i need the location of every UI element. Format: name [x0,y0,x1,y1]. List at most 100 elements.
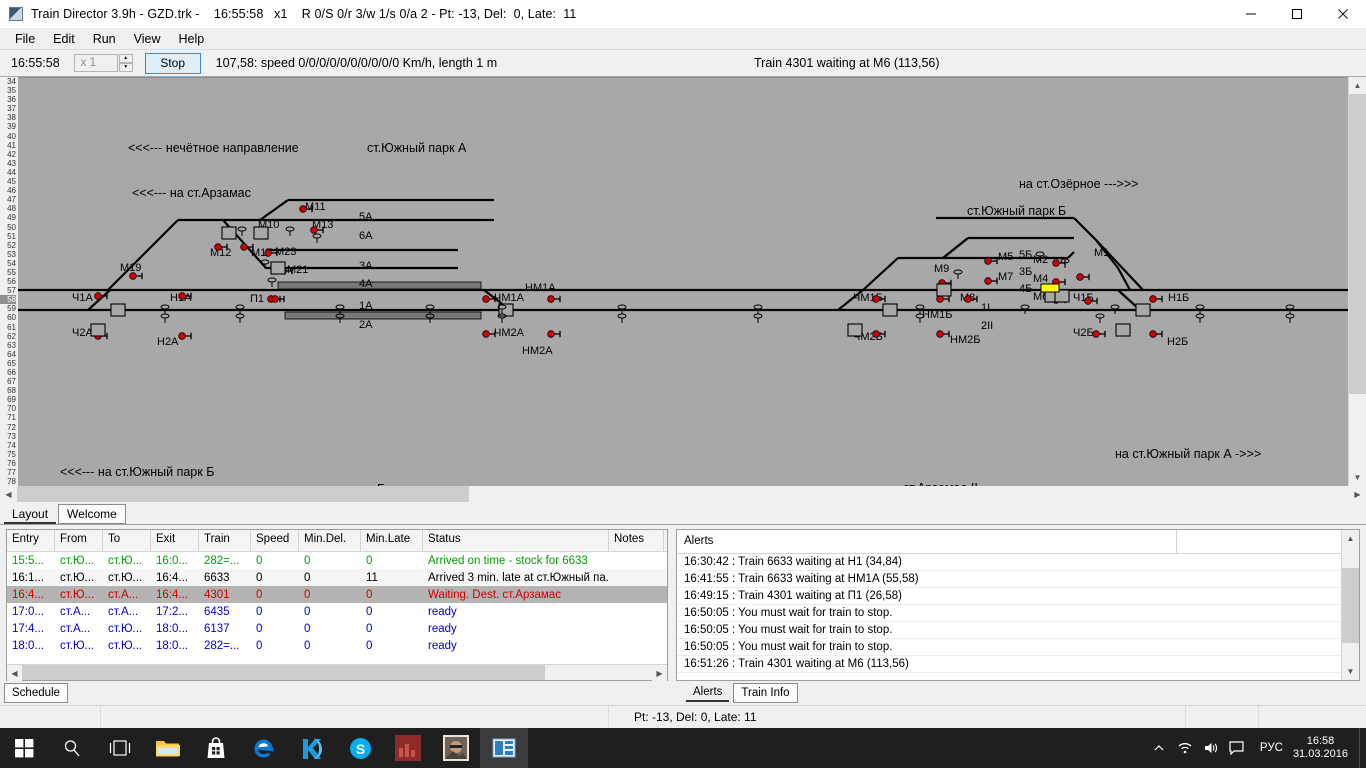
table-row[interactable]: 18:0... ст.Ю... ст.Ю... 18:0... 282=... 0 0 0 re… [7,637,667,654]
signal-lamp-НМ1Б[interactable] [936,295,950,303]
maximize-button[interactable] [1274,0,1320,28]
scroll-up-button[interactable]: ▲ [1349,77,1366,94]
photo-button[interactable] [432,728,480,768]
menu-item-file[interactable]: File [6,30,44,48]
alerts-list[interactable]: Alerts 16:30:42 : Train 6633 waiting at … [676,529,1360,681]
signal-lamp-ЧМ2Б[interactable] [872,330,886,338]
schedule-horizontal-scrollbar[interactable]: ◀ ▶ [7,664,667,682]
minimize-button[interactable] [1228,0,1274,28]
table-row[interactable]: 17:0... ст.А... ст.А... 17:2... 6435 0 0 0 ready [7,603,667,620]
switch-12[interactable] [1115,323,1131,337]
switch-3[interactable] [253,226,269,240]
show-desktop-button[interactable] [1359,728,1366,768]
list-item[interactable]: 16:51:26 : Train 4301 waiting at M6 (113… [677,656,1341,673]
hscroll-thumb[interactable] [17,486,469,502]
search-button[interactable] [48,728,96,768]
speed-stepper-up[interactable]: ▲ [118,54,133,63]
menu-item-view[interactable]: View [125,30,170,48]
close-button[interactable] [1320,0,1366,28]
detector-22[interactable] [1285,313,1295,323]
schedule-col-to[interactable]: To [103,530,151,551]
volume-button[interactable] [1198,728,1224,768]
schedule-col-notes[interactable]: Notes [609,530,664,551]
signal-lamp-НМ1А[interactable] [547,295,561,303]
track-diagram-canvas[interactable]: <<<--- нечётное направление ст.Южный парк… [18,77,1348,486]
stop-button[interactable]: Stop [144,52,201,74]
scroll-left-button[interactable]: ◀ [0,486,17,503]
tab-welcome[interactable]: Welcome [58,504,126,524]
switch-4[interactable] [270,261,286,275]
signal-lamp-М7[interactable] [984,277,998,285]
detector-18[interactable] [753,313,763,323]
list-item[interactable]: 16:50:05 : You must wait for train to st… [677,605,1341,622]
diagram-vertical-scrollbar[interactable]: ▲ ▼ [1348,77,1366,486]
tab-train-info[interactable]: Train Info [733,683,798,703]
alerts-vertical-scrollbar[interactable]: ▲ ▼ [1341,530,1359,680]
tab-schedule[interactable]: Schedule [4,683,68,703]
schedule-col-train[interactable]: Train [199,530,251,551]
switch-0[interactable] [110,303,126,317]
taskbar-clock[interactable]: 16:58 31.03.2016 [1293,735,1359,761]
menu-item-help[interactable]: Help [170,30,214,48]
detector-12[interactable] [160,313,170,323]
alerts-scroll-up[interactable]: ▲ [1342,530,1359,547]
detector-13[interactable] [235,313,245,323]
schedule-grid[interactable]: Entry From To Exit Train Speed Min.Del. Min.Lat… [6,529,668,682]
detector-21[interactable] [1195,313,1205,323]
tab-alerts[interactable]: Alerts [686,684,730,702]
track-diagram[interactable]: <<<--- нечётное направление ст.Южный парк… [18,78,1348,486]
detector-20[interactable] [1095,313,1105,323]
signal-lamp-Ч1Б[interactable] [1084,297,1098,305]
hscroll-track[interactable] [17,486,1349,502]
schedule-col-minlate[interactable]: Min.Late [361,530,423,551]
list-item[interactable]: 16:41:55 : Train 6633 waiting at HM1A (5… [677,571,1341,588]
vscroll-thumb[interactable] [1349,94,1366,394]
schedule-scroll-left[interactable]: ◀ [7,665,22,682]
switch-11[interactable] [1135,303,1151,317]
skype-button[interactable]: S [336,728,384,768]
signal-lamp-Н2А[interactable] [178,332,192,340]
scroll-down-button[interactable]: ▼ [1349,469,1366,486]
schedule-col-speed[interactable]: Speed [251,530,299,551]
task-view-button[interactable] [96,728,144,768]
train-director-button[interactable] [480,728,528,768]
speed-stepper[interactable]: ▲ ▼ [118,54,133,72]
table-row[interactable]: 17:4... ст.А... ст.Ю... 18:0... 6137 0 0 0 ready [7,620,667,637]
schedule-hscroll-track[interactable] [22,665,652,680]
table-row[interactable]: 16:1... ст.Ю... ст.Ю... 16:4... 6633 0 0 11 Arri… [7,569,667,586]
signal-lamp-М1[interactable] [1076,273,1090,281]
signal-lamp-П1b[interactable] [271,295,285,303]
schedule-scroll-right[interactable]: ▶ [652,665,667,682]
switch-1[interactable] [90,323,106,337]
list-item[interactable]: 16:30:42 : Train 6633 waiting at H1 (34,… [677,554,1341,571]
scroll-right-button[interactable]: ▶ [1349,486,1366,503]
start-button[interactable] [0,728,48,768]
show-hidden-icons-button[interactable] [1146,728,1172,768]
switch-8[interactable] [936,283,952,297]
schedule-col-entry[interactable]: Entry [7,530,55,551]
schedule-col-mindel[interactable]: Min.Del. [299,530,361,551]
alerts-scroll-down[interactable]: ▼ [1342,663,1359,680]
tab-layout[interactable]: Layout [4,505,57,524]
schedule-col-status[interactable]: Status [423,530,609,551]
list-item[interactable]: 16:50:05 : You must wait for train to st… [677,639,1341,656]
signal-lamp-НМ2Б[interactable] [936,330,950,338]
speed-multiplier-field[interactable]: x 1 [73,54,118,72]
alerts-vscroll-thumb[interactable] [1342,567,1359,643]
signal-lamp-ЧМ1Б[interactable] [872,295,886,303]
action-center-button[interactable] [1224,728,1250,768]
detector-17[interactable] [617,313,627,323]
store-button[interactable] [192,728,240,768]
detector-24[interactable] [285,226,295,236]
detector-25[interactable] [312,233,322,243]
schedule-body[interactable]: 15:5... ст.Ю... ст.Ю... 16:0... 282=... 0 0 0 Ar… [7,552,667,664]
signal-lamp-Н1Б[interactable] [1149,295,1163,303]
schedule-col-exit[interactable]: Exit [151,530,199,551]
switch-6[interactable] [882,303,898,317]
menu-item-run[interactable]: Run [84,30,125,48]
table-row[interactable]: 15:5... ст.Ю... ст.Ю... 16:0... 282=... 0 0 0 Ar… [7,552,667,569]
edge-button[interactable] [240,728,288,768]
table-row[interactable]: 16:4... ст.Ю... ст.А... 16:4... 4301 0 0 0 Waiti… [7,586,667,603]
file-explorer-button[interactable] [144,728,192,768]
signal-lamp-Ч2Б[interactable] [1092,330,1106,338]
